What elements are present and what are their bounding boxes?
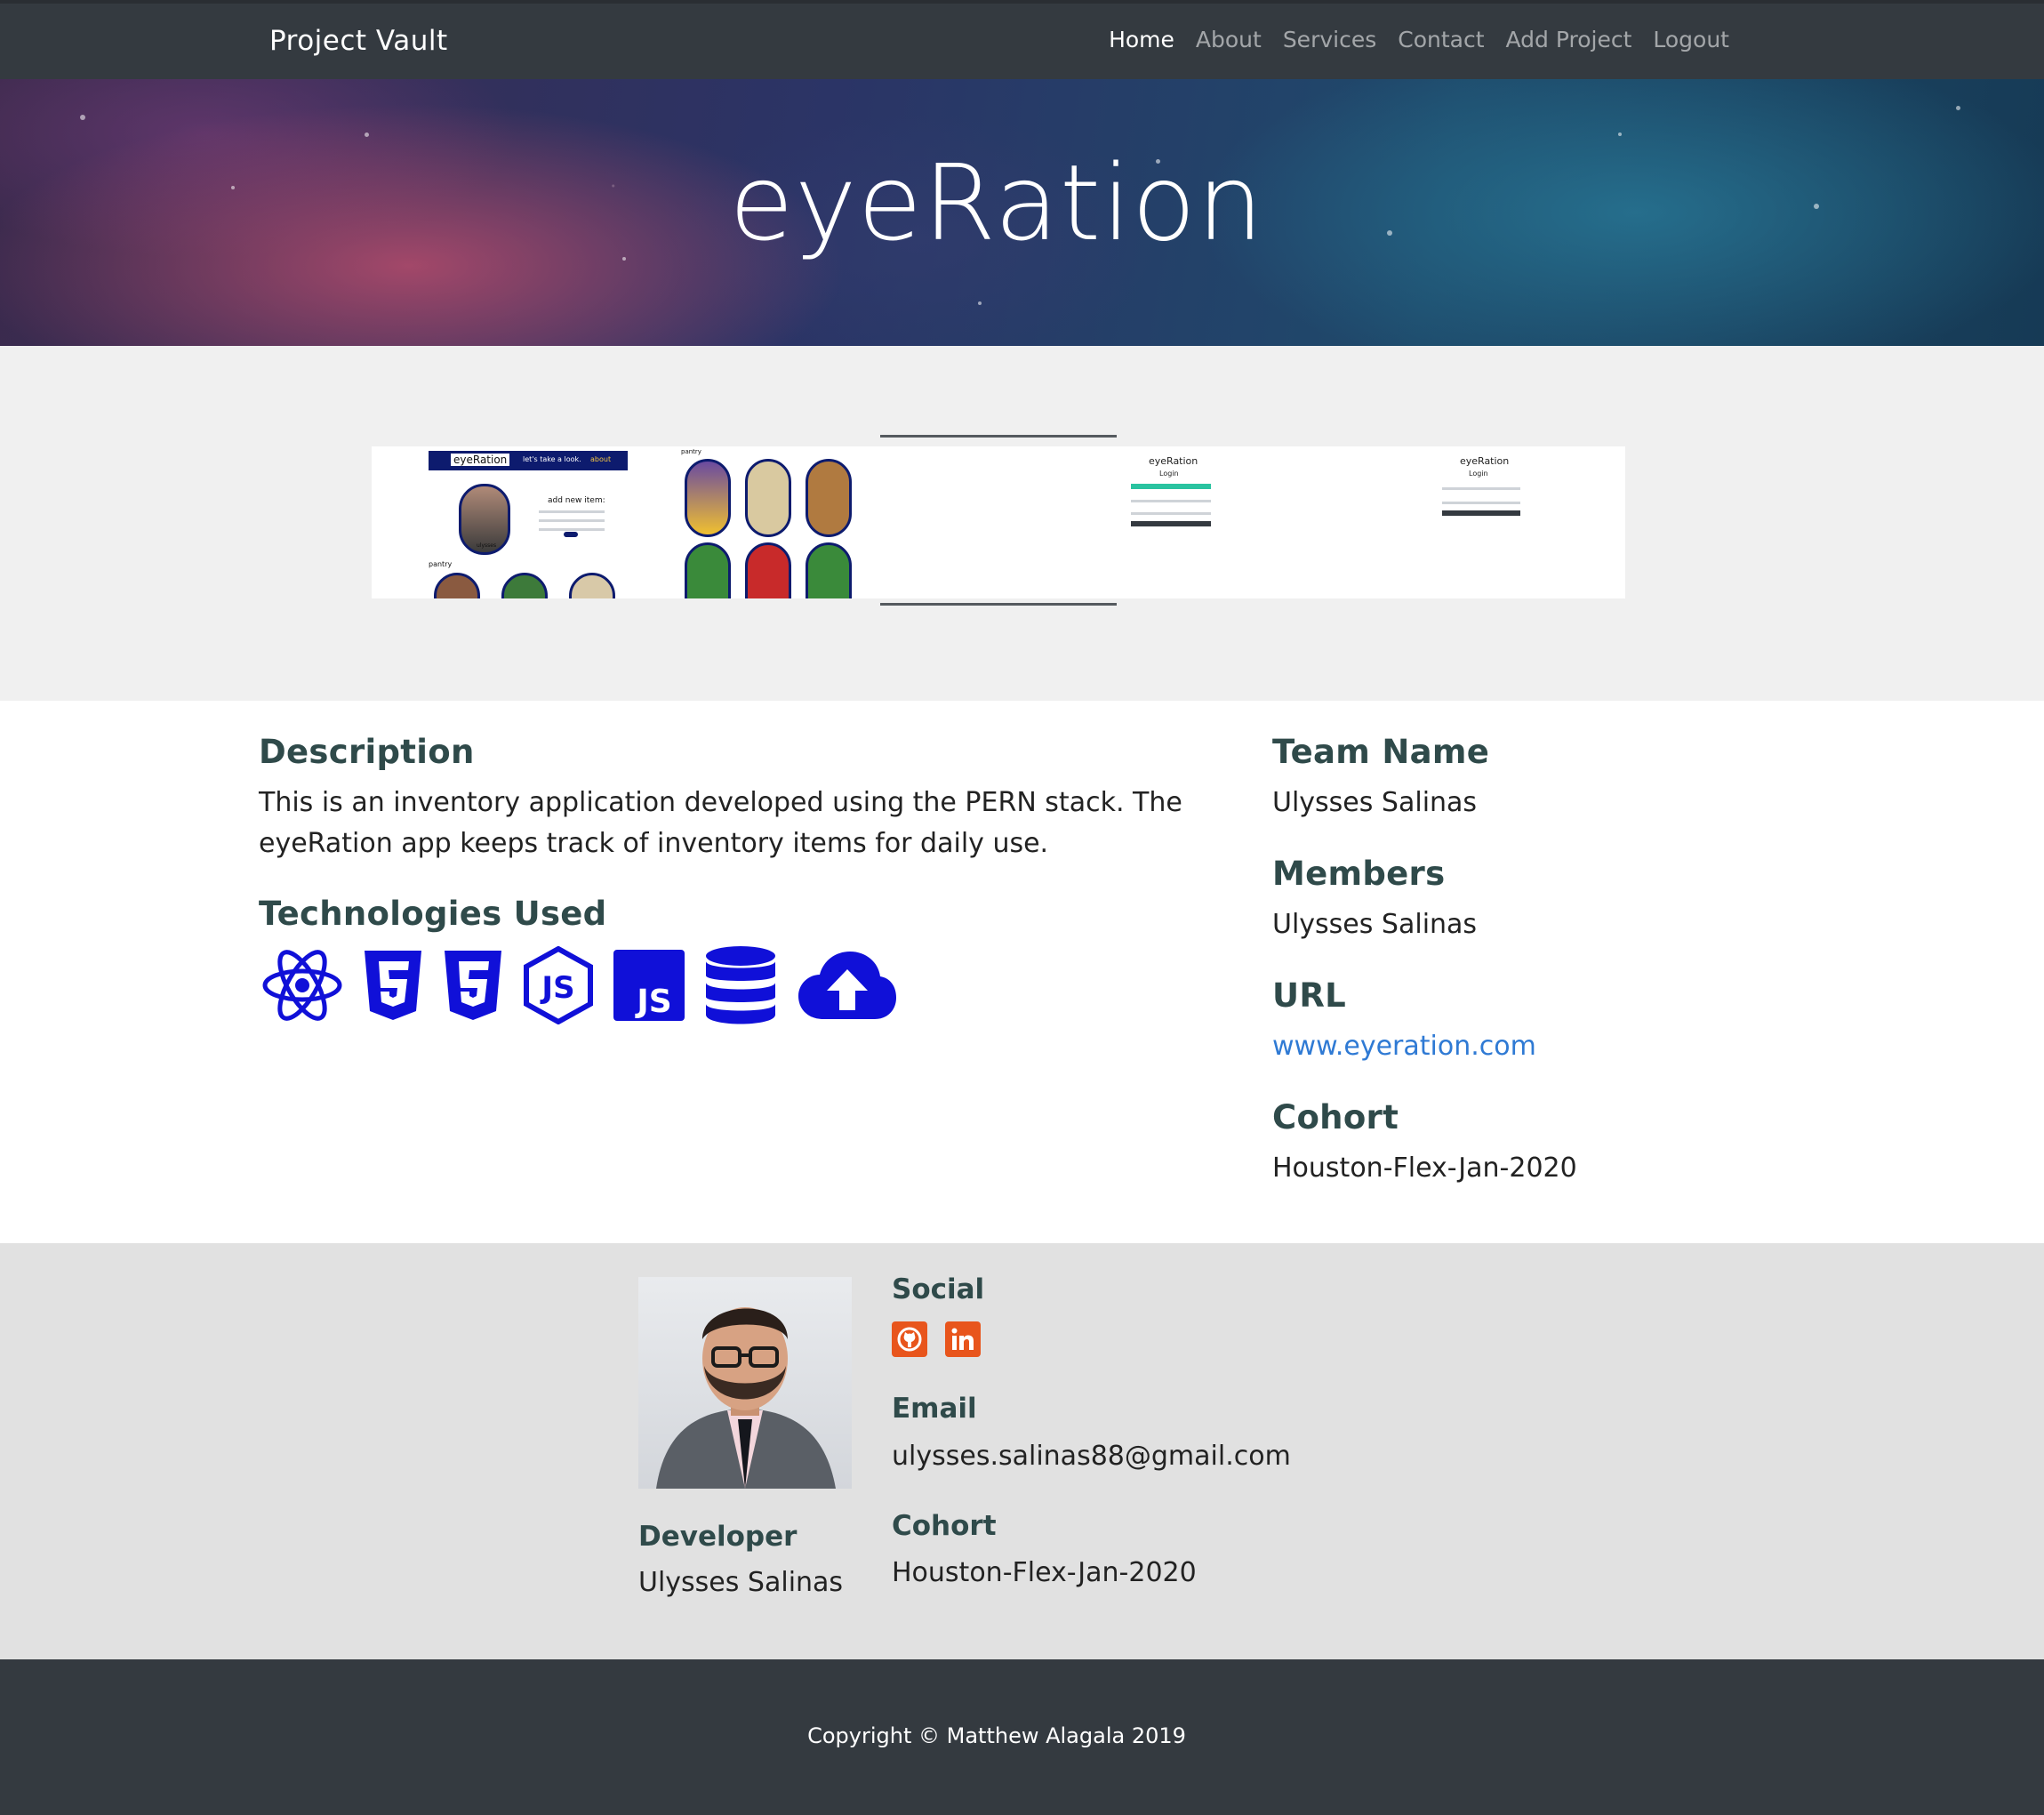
nav-about-link[interactable]: About: [1196, 27, 1262, 52]
mock-card-5: [745, 542, 791, 598]
description-line-1: This is an inventory application develop…: [259, 787, 1182, 818]
hero-banner: eyeRation: [0, 79, 2044, 346]
screenshot-carousel-section: eyeRation let's take a look. about ulyss…: [0, 346, 2044, 701]
mock-menu: about: [590, 455, 612, 463]
team-name-value: Ulysses Salinas: [1272, 787, 1478, 818]
mock-card-2: [745, 459, 791, 537]
technologies-heading: Technologies Used: [259, 895, 607, 933]
mock-login-subtitle: Login: [1159, 470, 1179, 478]
url-heading: URL: [1272, 976, 1347, 1015]
brand-logo[interactable]: Project Vault: [269, 25, 448, 57]
carousel-slide-3[interactable]: eyeRation Login: [1065, 446, 1350, 598]
cloud-upload-icon: [798, 952, 896, 1019]
developer-role-heading: Developer: [638, 1521, 798, 1553]
nav-logout-link[interactable]: Logout: [1653, 27, 1729, 52]
css3-icon: [445, 951, 501, 1020]
mock-app-header: eyeRation let's take a look. about: [429, 451, 628, 470]
mock-form-title: add new item:: [548, 496, 605, 505]
mock-card-3: [806, 459, 852, 537]
carousel-slide-4[interactable]: eyeRation Login: [1350, 446, 1625, 598]
developer-cohort-heading: Cohort: [892, 1510, 997, 1542]
team-name-heading: Team Name: [1272, 733, 1490, 771]
members-value: Ulysses Salinas: [1272, 909, 1478, 940]
mock-pantry-label-2: pantry: [681, 448, 701, 455]
mock-tagline: let's take a look.: [523, 455, 581, 463]
developer-photo: [638, 1277, 852, 1489]
description-line-2: eyeRation app keeps track of inventory i…: [259, 828, 1049, 859]
navbar: Project Vault Home About Services Contac…: [0, 0, 2044, 79]
developer-cohort-value: Houston-Flex-Jan-2020: [892, 1557, 1197, 1588]
github-icon[interactable]: [892, 1321, 927, 1357]
email-heading: Email: [892, 1393, 977, 1425]
svg-text:JS: JS: [634, 984, 671, 1020]
database-icon: [706, 946, 775, 1024]
mock-login-logo-2: eyeRation: [1460, 455, 1510, 467]
html5-icon: [365, 951, 421, 1020]
technologies-list: JS JS: [261, 945, 898, 1025]
cohort-heading: Cohort: [1272, 1098, 1399, 1136]
carousel-slide-2[interactable]: pantry: [674, 446, 1065, 598]
project-url-link[interactable]: www.eyeration.com: [1272, 1026, 1536, 1067]
react-icon: [262, 950, 342, 1021]
developer-name: Ulysses Salinas: [638, 1567, 844, 1598]
footer: Copyright © Matthew Alagala 2019: [0, 1659, 2044, 1815]
mock-pantry-label: pantry: [429, 560, 453, 568]
linkedin-icon[interactable]: [945, 1321, 981, 1357]
carousel-indicator-top[interactable]: [880, 435, 1117, 438]
project-title: eyeRation: [729, 141, 1264, 264]
copyright-text: Copyright © Matthew Alagala 2019: [807, 1723, 1186, 1748]
carousel-slide-1[interactable]: eyeRation let's take a look. about ulyss…: [372, 446, 674, 598]
svg-text:JS: JS: [540, 970, 574, 1006]
social-heading: Social: [892, 1273, 985, 1305]
mock-logo: eyeRation: [451, 454, 510, 466]
mock-login-subtitle-2: Login: [1469, 470, 1488, 478]
nav-services-link[interactable]: Services: [1283, 27, 1376, 52]
description-heading: Description: [259, 733, 475, 771]
members-heading: Members: [1272, 855, 1446, 893]
screenshot-carousel[interactable]: eyeRation let's take a look. about ulyss…: [372, 446, 1625, 598]
javascript-icon: JS: [613, 950, 685, 1021]
developer-email[interactable]: ulysses.salinas88@gmail.com: [892, 1441, 1291, 1472]
developer-section: Developer Ulysses Salinas Social Email u…: [0, 1243, 2044, 1659]
mock-login-logo: eyeRation: [1149, 455, 1198, 467]
nav-add-project-link[interactable]: Add Project: [1506, 27, 1632, 52]
cohort-value: Houston-Flex-Jan-2020: [1272, 1152, 1577, 1184]
nodejs-icon: JS: [524, 946, 593, 1024]
mock-card-4: [685, 542, 731, 598]
mock-card-6: [806, 542, 852, 598]
nav-home-link[interactable]: Home: [1109, 27, 1174, 52]
mock-user-label: ulysses: [477, 542, 497, 549]
nav-contact-link[interactable]: Contact: [1398, 27, 1484, 52]
carousel-indicator-bottom[interactable]: [880, 603, 1117, 606]
project-details: Description This is an inventory applica…: [0, 701, 2044, 1243]
mock-card-1: [685, 459, 731, 537]
social-links: [892, 1321, 981, 1357]
nav-links: Home About Services Contact Add Project …: [1109, 27, 1729, 52]
